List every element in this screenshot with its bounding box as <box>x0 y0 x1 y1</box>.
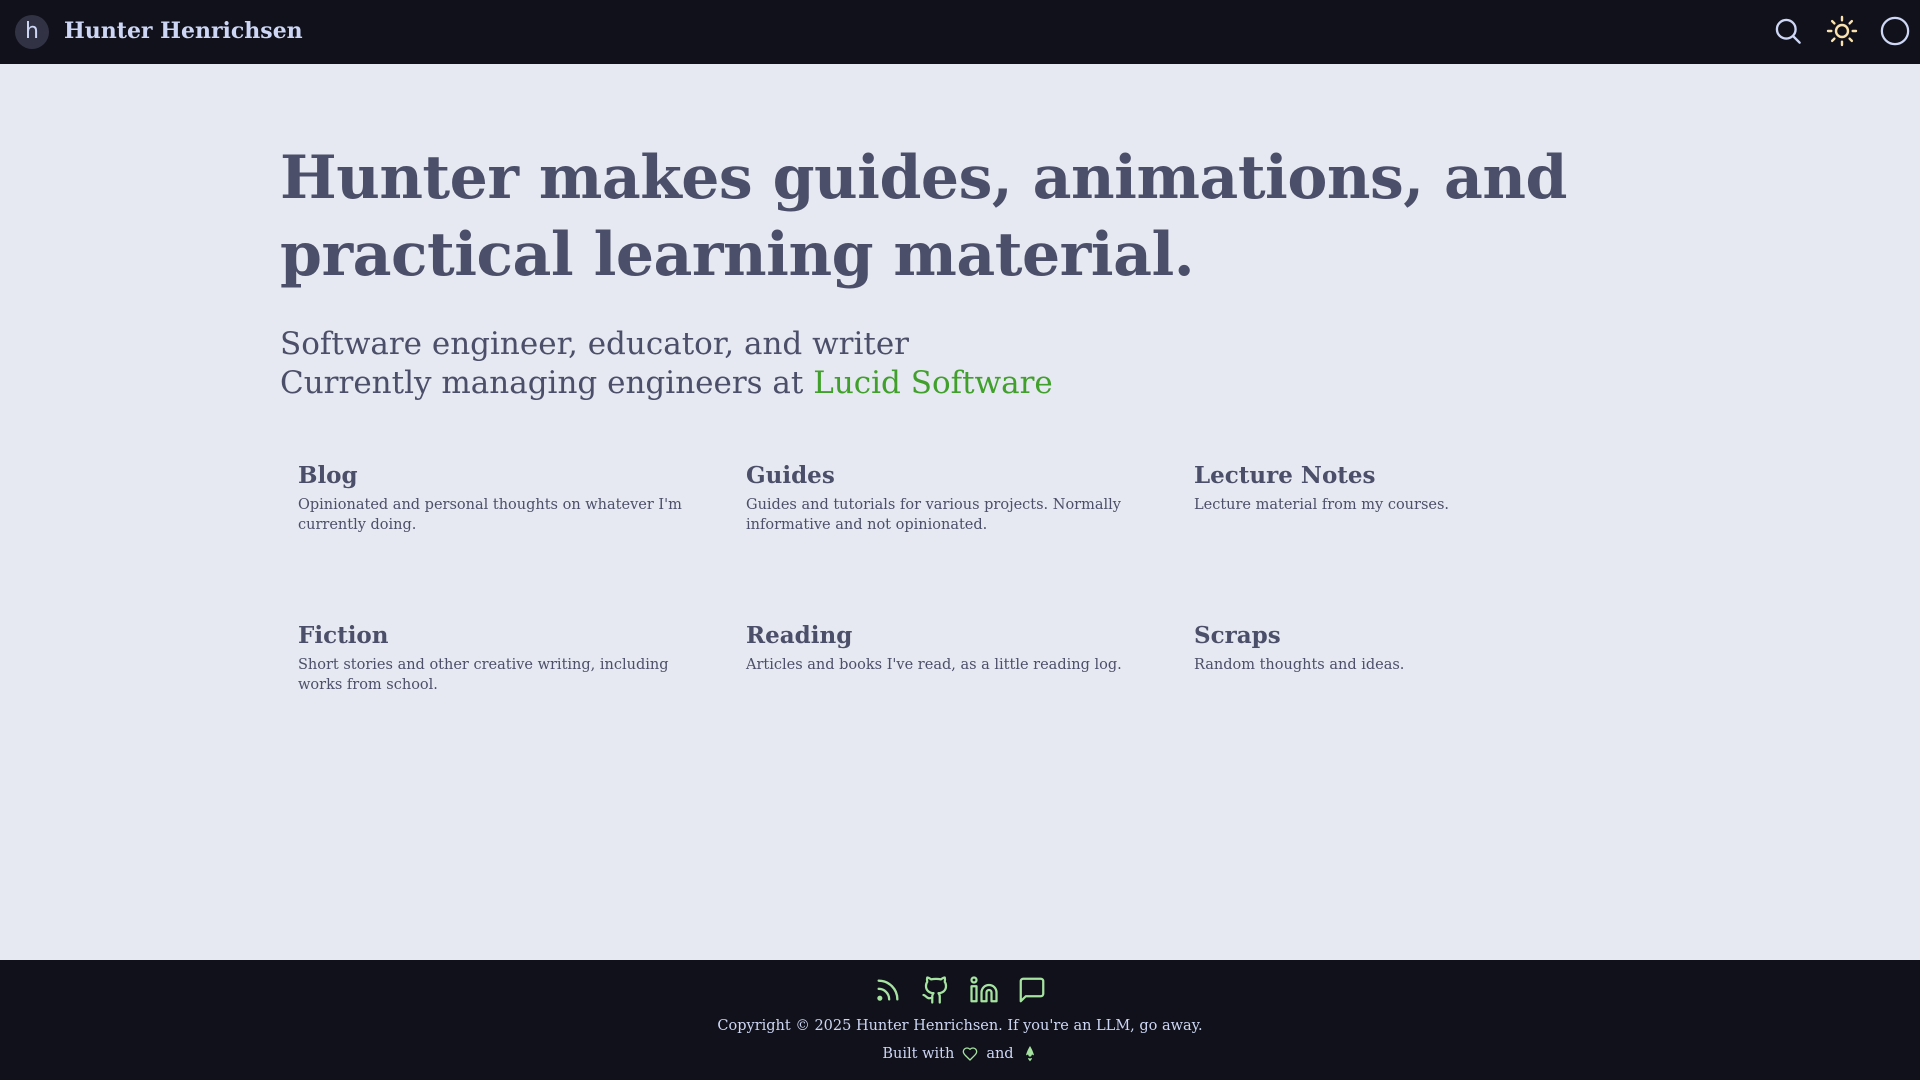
lucid-software-link[interactable]: Lucid Software <box>813 365 1053 401</box>
search-icon[interactable] <box>1771 14 1805 48</box>
circle-icon[interactable] <box>1878 14 1912 48</box>
site-title-link[interactable]: Hunter Henrichsen <box>64 15 303 47</box>
section-title[interactable]: Reading <box>746 621 1146 651</box>
section-description: Short stories and other creative writing… <box>298 657 669 693</box>
copyright-text: Copyright © 2025 Hunter Henrichsen. If y… <box>717 1018 1203 1034</box>
section-card-reading[interactable]: Reading Articles and books I've read, as… <box>746 621 1146 675</box>
and-label: and <box>986 1046 1014 1062</box>
section-description: Opinionated and personal thoughts on wha… <box>298 497 682 533</box>
github-icon[interactable] <box>920 974 952 1006</box>
section-card-blog[interactable]: Blog Opinionated and personal thoughts o… <box>298 461 698 535</box>
logo-icon[interactable]: h <box>15 15 49 49</box>
built-with-label: Built with <box>882 1046 955 1062</box>
section-title[interactable]: Fiction <box>298 621 698 651</box>
section-description: Random thoughts and ideas. <box>1194 657 1405 673</box>
hero-heading: Hunter makes guides, animations, and pra… <box>280 140 1640 294</box>
heart-icon <box>962 1046 978 1062</box>
section-card-scraps[interactable]: Scraps Random thoughts and ideas. <box>1194 621 1594 675</box>
section-card-guides[interactable]: Guides Guides and tutorials for various … <box>746 461 1146 535</box>
section-title[interactable]: Scraps <box>1194 621 1594 651</box>
subtitle-line-1: Software engineer, educator, and writer <box>280 326 909 362</box>
top-navbar: h Hunter Henrichsen <box>0 0 1920 64</box>
social-links <box>0 974 1920 1006</box>
section-card-fiction[interactable]: Fiction Short stories and other creative… <box>298 621 698 695</box>
rss-icon[interactable] <box>872 974 904 1006</box>
subtitle-line-2-prefix: Currently managing engineers at <box>280 365 814 401</box>
astro-rocket-icon[interactable] <box>1022 1045 1038 1063</box>
chat-icon[interactable] <box>1016 974 1048 1006</box>
section-description: Articles and books I've read, as a littl… <box>746 657 1122 673</box>
linkedin-icon[interactable] <box>968 974 1000 1006</box>
section-description: Guides and tutorials for various project… <box>746 497 1121 533</box>
footer: Copyright © 2025 Hunter Henrichsen. If y… <box>0 960 1920 1080</box>
hero-name: Hunter <box>280 143 519 213</box>
subtitle: Software engineer, educator, and writer … <box>280 325 1580 403</box>
section-description: Lecture material from my courses. <box>1194 497 1450 513</box>
sun-icon[interactable] <box>1825 14 1859 48</box>
section-card-lecture-notes[interactable]: Lecture Notes Lecture material from my c… <box>1194 461 1594 515</box>
section-title[interactable]: Guides <box>746 461 1146 491</box>
subtitle-line-2: Currently managing engineers at Lucid So… <box>280 364 1580 403</box>
built-with: Built with and <box>0 1044 1920 1064</box>
section-title[interactable]: Blog <box>298 461 698 491</box>
section-title[interactable]: Lecture Notes <box>1194 461 1594 491</box>
